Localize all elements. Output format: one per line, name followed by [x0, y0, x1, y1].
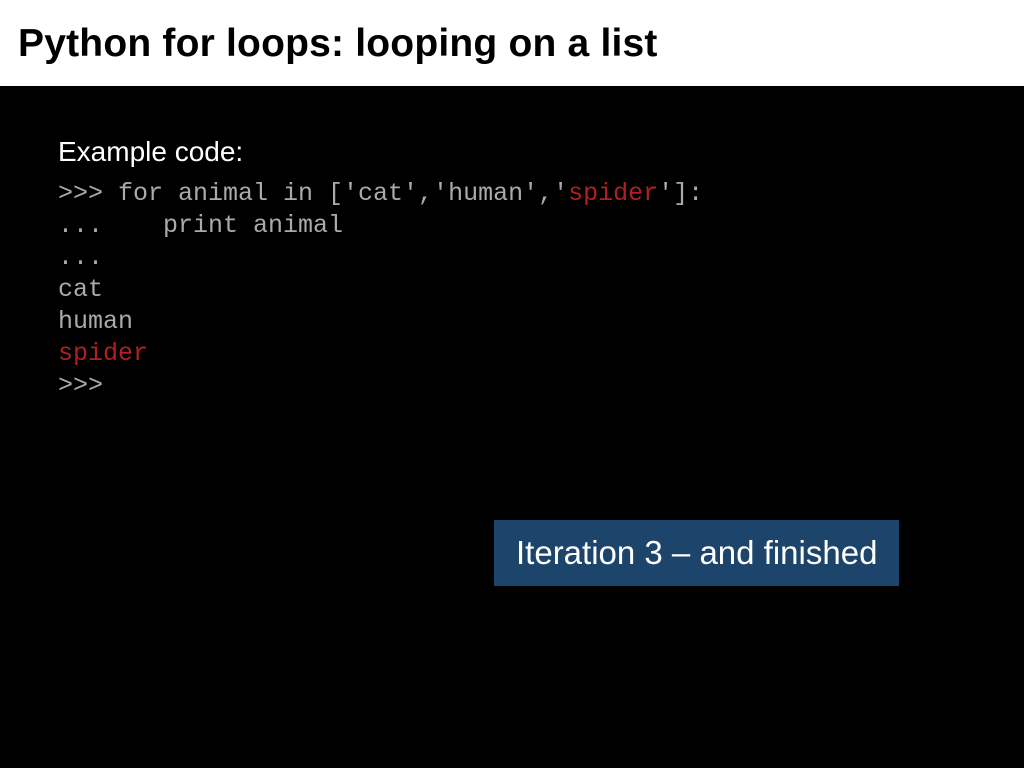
code-line-2: ... print animal [58, 211, 343, 240]
iteration-callout: Iteration 3 – and finished [494, 520, 899, 586]
example-label: Example code: [58, 136, 1024, 168]
title-bar: Python for loops: looping on a list [0, 0, 1024, 86]
code-line-7: >>> [58, 371, 103, 400]
slide-title: Python for loops: looping on a list [18, 22, 1006, 66]
code-line-6-highlight: spider [58, 339, 148, 368]
code-line-1a: >>> for animal in ['cat','human',' [58, 179, 568, 208]
code-line-5: human [58, 307, 133, 336]
code-line-4: cat [58, 275, 103, 304]
code-line-3: ... [58, 243, 103, 272]
code-line-1-highlight: spider [568, 179, 658, 208]
code-line-1b: ']: [658, 179, 703, 208]
content-area: Example code: >>> for animal in ['cat','… [0, 86, 1024, 402]
code-block: >>> for animal in ['cat','human','spider… [58, 178, 1024, 402]
slide: Python for loops: looping on a list Exam… [0, 0, 1024, 768]
